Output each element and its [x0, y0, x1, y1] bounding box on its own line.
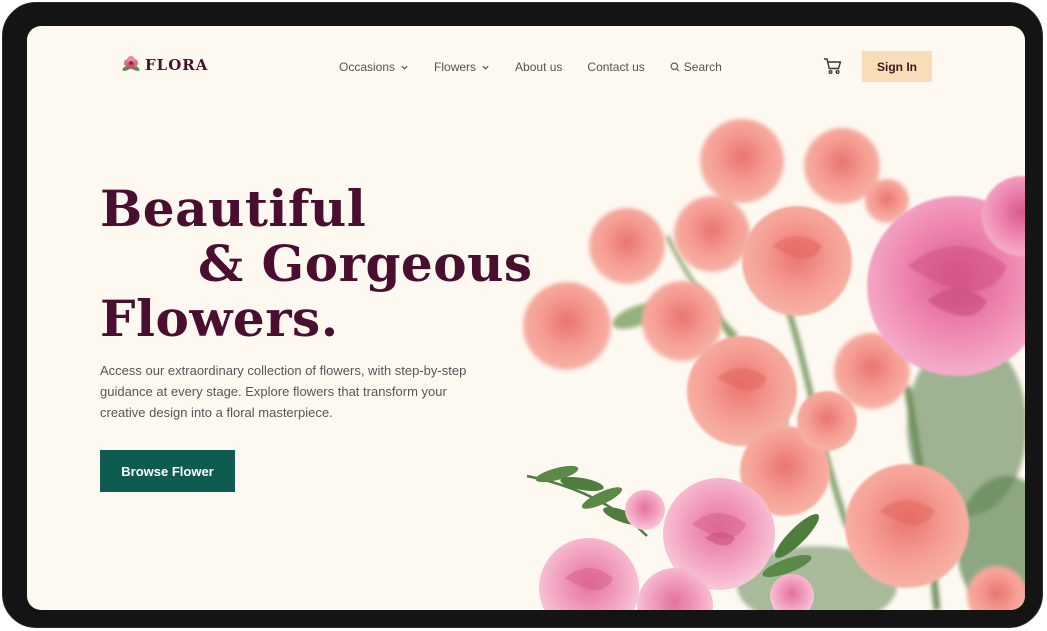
nav-contact-us-label: Contact us — [587, 60, 645, 74]
chevron-down-icon — [401, 65, 408, 70]
nav-occasions[interactable]: Occasions — [339, 60, 409, 74]
hero-description: Access our extraordinary collection of f… — [100, 363, 467, 420]
browse-flower-button[interactable]: Browse Flower — [100, 450, 235, 492]
nav-flowers-label: Flowers — [434, 60, 477, 74]
nav-flowers[interactable]: Flowers — [434, 60, 490, 74]
sign-in-button[interactable]: Sign In — [862, 51, 932, 82]
main-nav: Occasions Flowers About us Contact us Se… — [339, 59, 722, 75]
nav-occasions-label: Occasions — [339, 60, 396, 74]
cart-icon[interactable] — [823, 56, 843, 76]
brand-logo[interactable]: FLORA — [121, 56, 208, 74]
hero-headline: Beautiful & Gorgeous Flowers. — [100, 181, 533, 346]
brand-name: FLORA — [145, 56, 209, 74]
tablet-frame: FLORA Occasions Flowers About us Contact… — [2, 2, 1043, 628]
chevron-down-icon — [482, 65, 489, 70]
nav-search[interactable]: Search — [670, 60, 722, 74]
headline-line-3: Flowers. — [100, 289, 339, 348]
headline-line-2: & Gorgeous — [198, 234, 533, 293]
flower-icon — [122, 56, 140, 71]
headline-line-1: Beautiful — [100, 179, 367, 238]
nav-contact-us[interactable]: Contact us — [587, 60, 644, 74]
nav-about-us[interactable]: About us — [515, 60, 562, 74]
rose-bouquet-image — [523, 119, 1025, 610]
nav-search-label: Search — [683, 60, 722, 74]
nav-about-us-label: About us — [515, 60, 563, 74]
search-icon — [670, 62, 680, 72]
screen: FLORA Occasions Flowers About us Contact… — [27, 26, 1025, 610]
